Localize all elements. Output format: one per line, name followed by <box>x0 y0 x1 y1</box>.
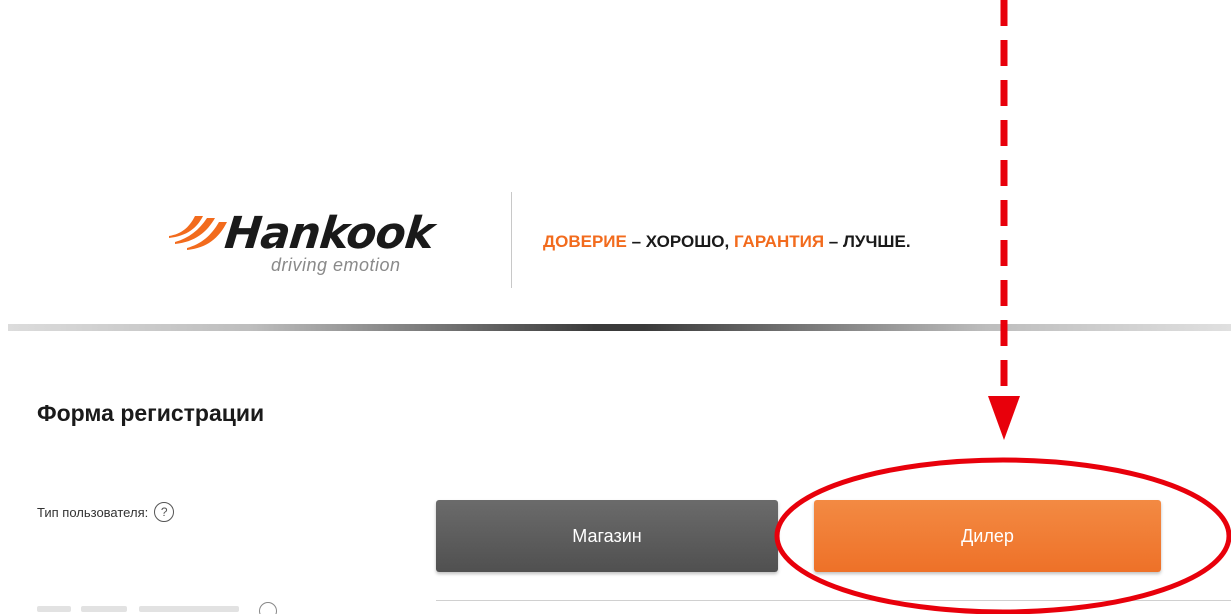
slogan: ДОВЕРИЕ – ХОРОШО, ГАРАНТИЯ – ЛУЧШЕ. <box>543 232 911 252</box>
blurred-text <box>139 606 239 612</box>
hankook-tagline: driving emotion <box>271 255 401 275</box>
hankook-wordmark: Hankook <box>222 208 436 259</box>
shop-button[interactable]: Магазин <box>436 500 778 572</box>
logo-divider <box>511 192 512 288</box>
hankook-logo: Hankook driving emotion <box>167 208 482 278</box>
help-icon[interactable]: ? <box>154 502 175 522</box>
registration-page: Hankook driving emotion ДОВЕРИЕ – ХОРОШО… <box>0 0 1231 614</box>
slogan-part-good: – ХОРОШО, <box>626 232 734 251</box>
form-title: Форма регистрации <box>37 400 265 426</box>
user-type-label-text: Тип пользователя: <box>37 504 149 520</box>
blurred-text <box>37 606 71 612</box>
slogan-part-better: – ЛУЧШЕ. <box>824 232 911 251</box>
slogan-part-guarantee: ГАРАНТИЯ <box>733 232 825 251</box>
help-icon[interactable] <box>259 602 277 614</box>
arrow-head-icon <box>988 396 1020 440</box>
slogan-part-trust: ДОВЕРИЕ <box>543 232 627 251</box>
user-type-label: Тип пользователя: ? <box>37 502 175 522</box>
blurred-text <box>81 606 127 612</box>
header-gradient-bar <box>8 324 1231 331</box>
next-field-row <box>37 598 277 614</box>
field-divider <box>436 600 1231 601</box>
dealer-button[interactable]: Дилер <box>814 500 1161 572</box>
